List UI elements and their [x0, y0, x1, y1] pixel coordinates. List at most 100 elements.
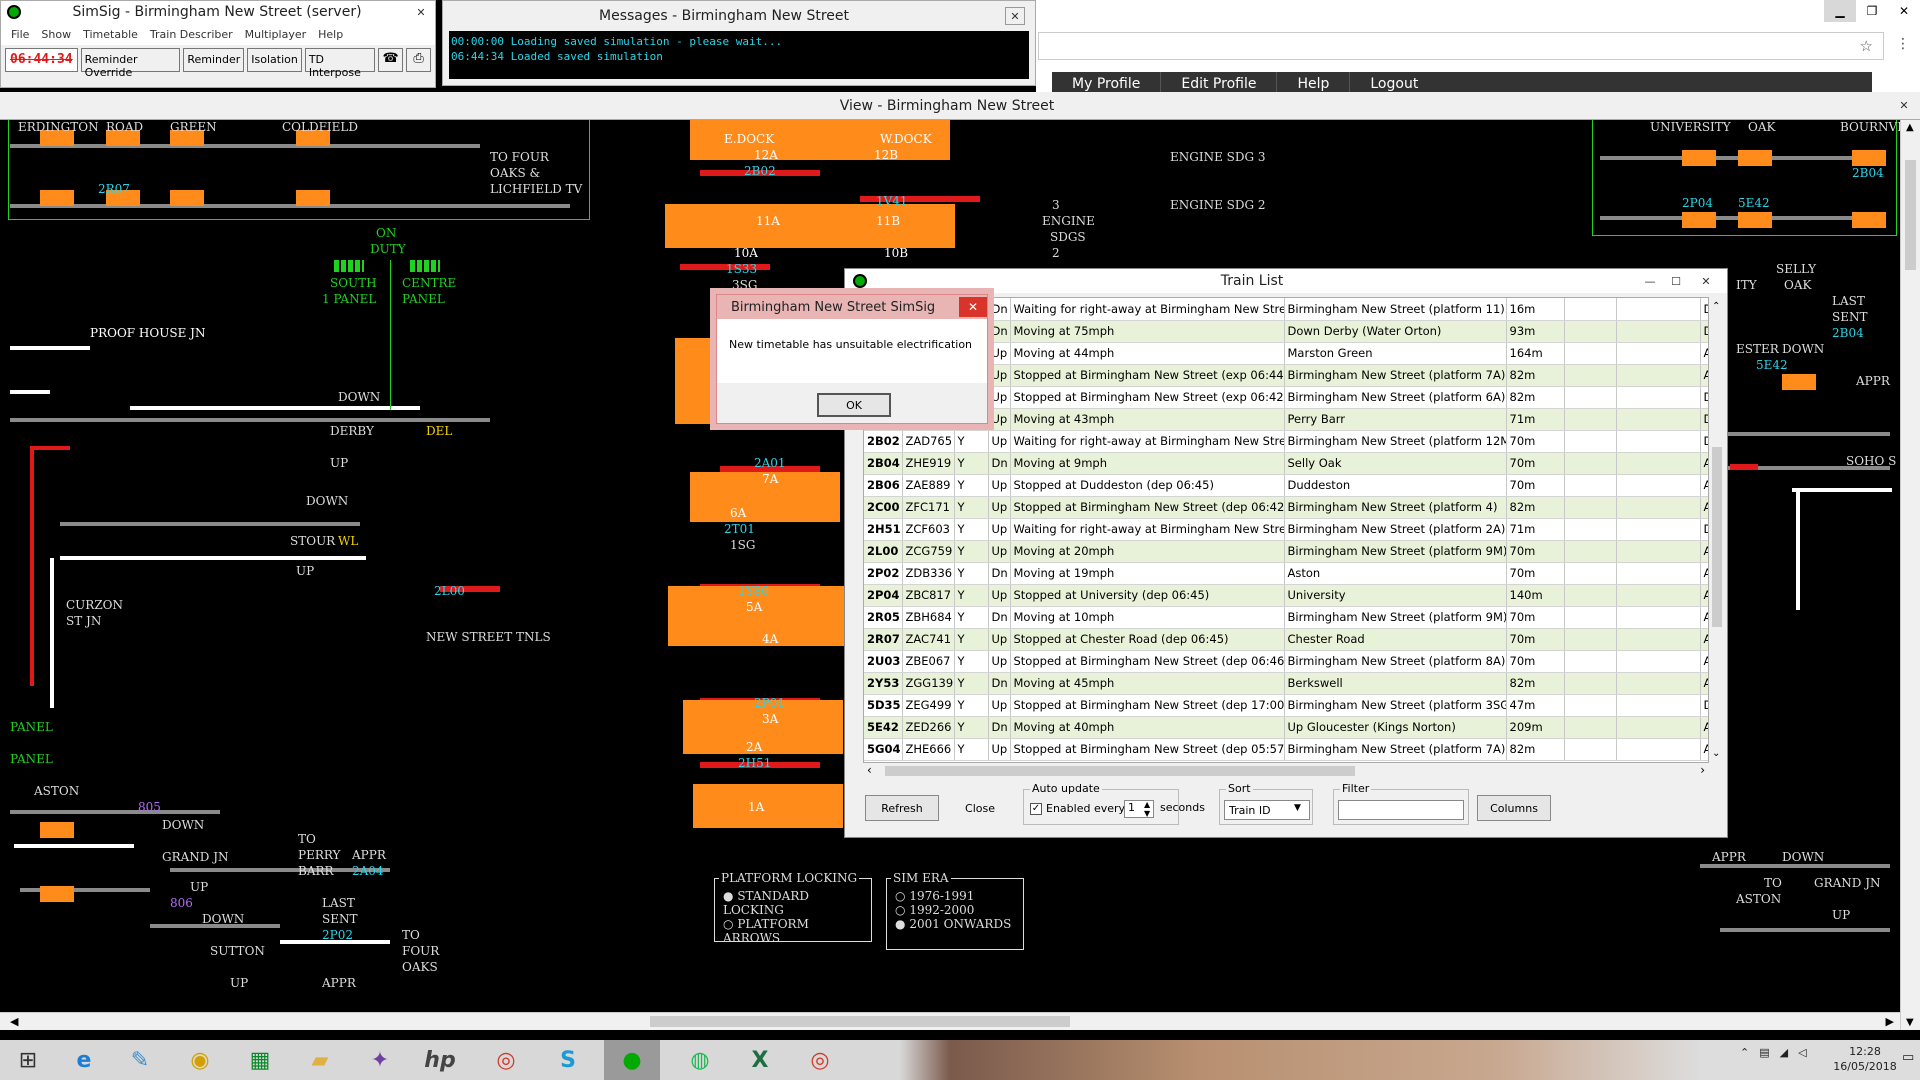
td-2p01[interactable]: 2P01 [754, 696, 785, 710]
restore-icon[interactable]: ❐ [1856, 0, 1888, 22]
menu-show[interactable]: Show [41, 28, 71, 41]
scroll-thumb[interactable] [1905, 160, 1916, 270]
scroll-down-icon[interactable]: ⌄ [1712, 748, 1720, 759]
td-2a04[interactable]: 2A04 [352, 864, 384, 878]
td-5e42-appr[interactable]: 5E42 [1756, 358, 1788, 372]
sim-clock[interactable]: 06:44:34 [5, 48, 78, 72]
menu-timetable[interactable]: Timetable [83, 28, 138, 41]
taskbar-clock[interactable]: 12:28 16/05/2018 [1830, 1044, 1900, 1074]
hp-icon[interactable]: hp [412, 1040, 468, 1080]
table-row[interactable]: 2B04ZHE919YDnMoving at 9mphSelly Oak70m A [864, 452, 1708, 475]
skype-icon[interactable]: S [540, 1040, 596, 1080]
scroll-up-icon[interactable]: ▲ [1906, 122, 1914, 133]
close-icon[interactable]: ✕ [1888, 0, 1920, 22]
td-2b04[interactable]: 2B04 [1852, 166, 1884, 180]
nav-my-profile[interactable]: My Profile [1052, 72, 1162, 92]
close-icon[interactable]: ✕ [407, 3, 435, 21]
chrome-icon[interactable]: ◎ [478, 1040, 534, 1080]
table-row[interactable]: 2U03 ZBE067 Y Up Stopped at Birmingham New S… [864, 650, 1708, 673]
reminder-override-button[interactable]: Reminder Override [80, 48, 181, 79]
table-row[interactable]: UpMoving at 44mphMarston Green164m A [864, 342, 1708, 365]
table-row[interactable]: 2P02ZDB336YDnMoving at 19mphAston70m A [864, 562, 1708, 585]
table-row[interactable]: Up Stopped at Birmingham New Street (exp … [864, 386, 1708, 409]
table-row[interactable]: 2Y53 ZGG139 Y Dn Moving at 45mph Berkswell 82m… [864, 672, 1708, 695]
table-row[interactable]: UpMoving at 43mphPerry Barr71m D [864, 408, 1708, 431]
td-interpose-button[interactable]: TD Interpose [304, 48, 376, 79]
table-row[interactable]: 2R05 ZBH684 Y Dn Moving at 10mph Birmingham N… [864, 606, 1708, 629]
interval-stepper-icon[interactable]: ▲ ▼ [1144, 800, 1150, 818]
table-row[interactable]: 2L00 ZCG759 Y Up Moving at 20mph Birmingham N… [864, 540, 1708, 563]
train-list-hscroll[interactable]: ‹ › [863, 763, 1709, 779]
minimize-icon[interactable]: ▁ [1824, 0, 1856, 22]
option-platform-arrows[interactable]: ○ PLATFORM ARROWS [723, 917, 865, 945]
td-2p02[interactable]: 2P02 [322, 928, 353, 942]
star-icon[interactable]: ☆ [1860, 37, 1873, 55]
scroll-left-icon[interactable]: ◀ [10, 1015, 18, 1028]
columns-button[interactable]: Columns [1477, 795, 1551, 821]
chevron-down-icon[interactable]: ▼ [1294, 803, 1301, 813]
view-horizontal-scrollbar[interactable]: ◀ ▶ [0, 1012, 1900, 1030]
dialog-ok-button[interactable]: OK [817, 393, 891, 417]
close-button[interactable]: Close [945, 795, 1015, 821]
volume-icon[interactable]: ◁ [1798, 1046, 1806, 1059]
auto-update-checkbox[interactable]: ✓ [1030, 803, 1042, 815]
photos-icon[interactable]: ✦ [352, 1040, 408, 1080]
table-row[interactable]: 2B02 ZAD765 Y Up Waiting for right-away at B… [864, 430, 1708, 453]
td-2r07[interactable]: 2R07 [98, 182, 130, 196]
tray-expand-icon[interactable]: ⌃ [1740, 1046, 1749, 1059]
chrome-icon[interactable]: ◎ [792, 1040, 848, 1080]
scroll-left-icon[interactable]: ‹ [867, 763, 872, 777]
windows-start-icon[interactable]: ⊞ [0, 1040, 56, 1080]
scroll-right-icon[interactable]: ▶ [1886, 1015, 1894, 1028]
filter-input[interactable] [1338, 800, 1464, 820]
option-era-2001[interactable]: ● 2001 ONWARDS [895, 917, 1017, 931]
nav-help[interactable]: Help [1277, 72, 1351, 92]
nav-edit-profile[interactable]: Edit Profile [1161, 72, 1278, 92]
refresh-button[interactable]: Refresh [865, 795, 939, 821]
td-1v41[interactable]: 1V41 [876, 194, 908, 208]
td-2b04-last[interactable]: 2B04 [1832, 326, 1864, 340]
scroll-right-icon[interactable]: › [1700, 763, 1705, 777]
train-list-grid[interactable]: Dn Waiting for right-away at Birmingham N… [863, 297, 1709, 763]
td-2p04[interactable]: 2P04 [1682, 196, 1713, 210]
menu-file[interactable]: File [11, 28, 29, 41]
table-row[interactable]: 5G04 ZHE666 Y Up Stopped at Birmingham New S… [864, 738, 1708, 761]
close-icon[interactable]: ✕ [1894, 97, 1914, 115]
scroll-thumb[interactable] [1712, 447, 1722, 627]
scroll-up-icon[interactable]: ⌃ [1712, 301, 1720, 312]
scroll-thumb[interactable] [885, 766, 1355, 776]
td-805[interactable]: 805 [138, 800, 161, 814]
close-icon[interactable]: ✕ [1689, 272, 1723, 290]
telephone-icon[interactable]: ☎ [378, 48, 404, 72]
td-5e42[interactable]: 5E42 [1738, 196, 1770, 210]
menu-help[interactable]: Help [318, 28, 343, 41]
table-row[interactable]: 2B06 ZAE889 Y Up Stopped at Duddeston (dep 0… [864, 474, 1708, 497]
table-row[interactable]: Dn Waiting for right-away at Birmingham N… [864, 298, 1708, 321]
media-icon[interactable]: ◉ [172, 1040, 228, 1080]
table-row[interactable]: 2R07 ZAC741 Y Up Stopped at Chester Road (de… [864, 628, 1708, 651]
nav-logout[interactable]: Logout [1350, 72, 1438, 92]
scroll-down-icon[interactable]: ▼ [1906, 1017, 1914, 1028]
reminder-button[interactable]: Reminder [183, 48, 245, 72]
minimize-icon[interactable]: — [1637, 272, 1663, 290]
file-explorer-icon[interactable]: ▰ [292, 1040, 348, 1080]
close-icon[interactable]: ✕ [1005, 7, 1025, 25]
paint-icon[interactable]: ✎ [112, 1040, 168, 1080]
printer-icon[interactable]: ⎙ [406, 48, 431, 72]
td-2b02[interactable]: 2B02 [744, 164, 776, 178]
ie-browser-icon[interactable]: e [56, 1040, 112, 1080]
option-era-1976[interactable]: ○ 1976-1991 [895, 889, 1017, 903]
isolation-button[interactable]: Isolation [247, 48, 302, 72]
excel-icon[interactable]: X [732, 1040, 788, 1080]
wifi-icon[interactable]: ◢ [1780, 1046, 1788, 1059]
table-row[interactable]: 2P04 ZBC817 Y Up Stopped at University (dep … [864, 584, 1708, 607]
menu-train-describer[interactable]: Train Describer [150, 28, 233, 41]
td-806[interactable]: 806 [170, 896, 193, 910]
menu-multiplayer[interactable]: Multiplayer [245, 28, 306, 41]
notification-icon[interactable]: ▭ [1902, 1050, 1914, 1065]
network-icon[interactable]: ▤ [1759, 1046, 1769, 1059]
td-2h51[interactable]: 2H51 [738, 756, 771, 770]
td-1y86[interactable]: 1Y86 [738, 584, 769, 598]
table-row[interactable]: 5E42 ZED266 Y Dn Moving at 40mph Up Glouceste… [864, 716, 1708, 739]
option-standard-locking[interactable]: ● STANDARD LOCKING [723, 889, 865, 917]
